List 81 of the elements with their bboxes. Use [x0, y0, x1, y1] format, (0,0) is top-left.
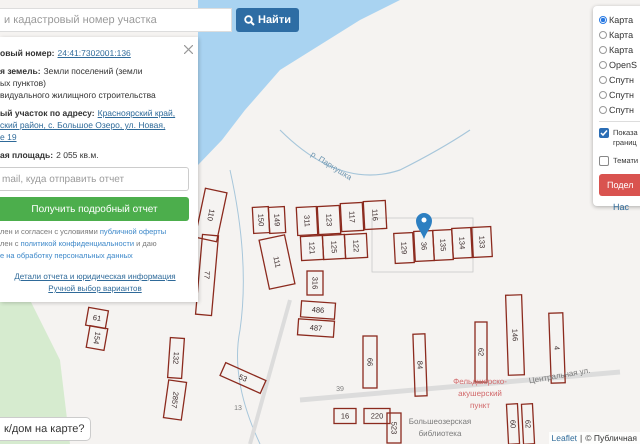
layer-label: Спутн — [609, 104, 634, 114]
layer-label: Спутн — [609, 74, 634, 84]
land-parcel[interactable] — [432, 228, 454, 262]
field-value: видуального жилищного строительства — [0, 90, 156, 100]
layer-label: OpenS — [609, 60, 638, 70]
field-link[interactable]: е 19 — [0, 132, 17, 142]
land-parcel[interactable] — [162, 379, 188, 421]
land-parcel[interactable] — [258, 234, 296, 290]
checkmark-icon — [600, 129, 608, 137]
attribution-text: © Публичная — [585, 433, 637, 443]
field-label: овый номер: — [0, 48, 55, 58]
land-parcel[interactable] — [333, 408, 357, 424]
leaflet-link[interactable]: Leaflet — [552, 433, 578, 443]
search-field[interactable]: и кадастровый номер участка — [0, 8, 232, 32]
land-parcel[interactable] — [363, 408, 391, 424]
field-label: ый участок по адресу: — [0, 108, 95, 118]
search-button[interactable]: Найти — [236, 8, 299, 32]
land-parcel[interactable] — [506, 403, 520, 444]
search-icon — [244, 14, 255, 26]
radio-button[interactable] — [599, 106, 607, 114]
checkbox[interactable] — [599, 156, 609, 166]
building-label: Большеозерская — [408, 417, 472, 426]
land-parcel[interactable] — [194, 234, 220, 316]
land-parcel[interactable] — [322, 234, 346, 260]
field-label: ая площадь: — [0, 150, 54, 160]
radio-button[interactable] — [599, 76, 607, 84]
settings-link[interactable]: Нас — [613, 202, 640, 212]
field-link[interactable]: ский район, с. Большое Озеро, ул. Новая, — [0, 120, 166, 130]
land-parcel[interactable] — [268, 206, 286, 234]
panel-link[interactable]: Ручной выбор вариантов — [48, 284, 142, 293]
attribution-separator: | — [580, 433, 582, 443]
field-value: ых пунктов) — [0, 78, 46, 88]
land-parcel[interactable] — [362, 335, 378, 389]
land-parcel[interactable] — [344, 232, 368, 260]
email-field[interactable]: mail, куда отправить отчет — [0, 167, 189, 191]
land-parcel[interactable] — [520, 403, 536, 444]
land-parcel[interactable] — [166, 336, 186, 380]
land-parcel[interactable] — [471, 226, 493, 258]
checkbox[interactable] — [599, 128, 609, 138]
building-label: библиотека — [418, 429, 462, 438]
land-parcel[interactable] — [504, 294, 526, 376]
land-parcel[interactable] — [84, 306, 110, 330]
land-parcel[interactable] — [85, 324, 109, 352]
field-value: 2 055 кв.м. — [56, 150, 99, 160]
layer-label: Карта — [609, 44, 634, 54]
land-parcel[interactable] — [252, 206, 270, 234]
land-parcel[interactable] — [393, 232, 415, 264]
land-parcel[interactable] — [296, 318, 336, 338]
close-icon[interactable] — [184, 45, 193, 54]
poi-label: акушерский — [458, 389, 502, 398]
field-label: я земель: — [0, 66, 41, 76]
land-parcel[interactable] — [316, 204, 342, 236]
poi-label: Фельдшерско- — [453, 377, 507, 386]
land-parcel[interactable] — [300, 300, 336, 320]
poi-label: пункт — [470, 401, 490, 410]
land-parcel[interactable] — [451, 226, 473, 260]
land-parcel[interactable] — [219, 362, 267, 394]
share-button[interactable]: Подел — [599, 174, 640, 196]
radio-button[interactable] — [599, 90, 607, 98]
field-value: Земли поселений (земли — [44, 66, 142, 76]
radio-button[interactable] — [599, 16, 607, 24]
street-label: Центральная ул. — [528, 366, 592, 386]
radio-button[interactable] — [599, 30, 607, 38]
land-parcel[interactable] — [362, 200, 388, 230]
layer-label: Карта — [609, 30, 634, 40]
field-link[interactable]: 24:41:7302001:136 — [58, 48, 131, 58]
radio-button[interactable] — [599, 60, 607, 68]
radio-button[interactable] — [599, 46, 607, 54]
land-parcel[interactable] — [340, 202, 364, 232]
help-bubble[interactable]: к/дом на карте? — [0, 417, 92, 441]
field-link[interactable]: Красноярский край, — [98, 108, 176, 118]
land-parcel[interactable] — [412, 333, 428, 397]
land-parcel[interactable] — [300, 234, 324, 262]
layer-label: Карта — [609, 14, 634, 24]
panel-link[interactable]: Детали отчета и юридическая информация — [14, 272, 176, 281]
land-parcel[interactable] — [413, 230, 435, 262]
land-parcel[interactable] — [386, 412, 402, 444]
location-pin-icon[interactable] — [416, 213, 432, 239]
layer-label: Спутн — [609, 90, 634, 100]
land-parcel[interactable] — [296, 206, 318, 236]
land-parcel[interactable] — [306, 270, 324, 296]
